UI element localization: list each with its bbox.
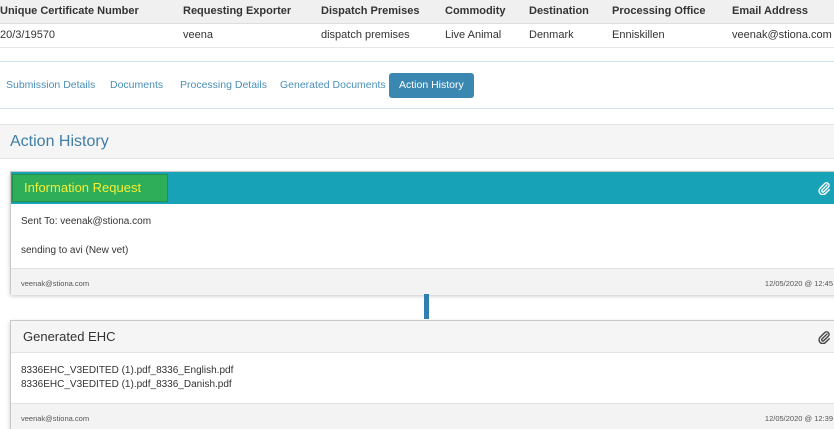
sent-to-text: Sent To: veenak@stiona.com [21, 216, 152, 227]
tab-processing-details[interactable]: Processing Details [180, 73, 267, 98]
timeline-connector [424, 294, 429, 319]
column-header-destination: Destination [527, 0, 610, 24]
column-header-commodity: Commodity [443, 0, 527, 24]
entry-timestamp: 12/05/2020 @ 12:45 [764, 279, 833, 288]
paperclip-icon[interactable] [817, 330, 831, 345]
action-entry-generated-ehc: Generated EHC 8336EHC_V3EDITED (1).pdf_8… [10, 320, 834, 429]
tab-documents[interactable]: Documents [110, 73, 163, 98]
generated-file-link[interactable]: 8336EHC_V3EDITED (1).pdf_8336_English.pd… [21, 365, 233, 376]
certificate-number-cell: 20/3/19570 [0, 23, 181, 48]
entry-footer: veenak@stiona.com 12/05/2020 @ 12:45 [11, 268, 834, 295]
dispatch-premises-cell: dispatch premises [319, 23, 443, 48]
processing-office-cell: Enniskillen [610, 23, 730, 48]
entry-header: Information Request [11, 172, 834, 204]
tabs-divider [0, 108, 834, 109]
tab-submission-details[interactable]: Submission Details [6, 73, 95, 98]
column-header-dispatch-premises: Dispatch Premises [319, 0, 443, 24]
action-history-header: Action History [0, 124, 834, 159]
entry-user: veenak@stiona.com [21, 279, 90, 288]
entry-body: 8336EHC_V3EDITED (1).pdf_8336_English.pd… [11, 353, 834, 403]
certificate-summary-table: Unique Certificate Number Requesting Exp… [0, 0, 834, 48]
commodity-cell: Live Animal [443, 23, 527, 48]
column-header-certificate-number: Unique Certificate Number [0, 0, 181, 24]
tab-action-history[interactable]: Action History [389, 73, 474, 98]
entry-type-badge: Information Request [12, 174, 168, 202]
requesting-exporter-cell: veena [181, 23, 319, 48]
email-address-cell: veenak@stiona.com [730, 23, 834, 48]
entry-user: veenak@stiona.com [21, 414, 90, 423]
message-text: sending to avi (New vet) [21, 245, 129, 256]
destination-cell: Denmark [527, 23, 610, 48]
action-entry-information-request: Information Request Sent To: veenak@stio… [10, 171, 834, 295]
column-header-requesting-exporter: Requesting Exporter [181, 0, 319, 24]
table-header-row: Unique Certificate Number Requesting Exp… [0, 0, 834, 24]
entry-header: Generated EHC [11, 321, 834, 353]
column-header-processing-office: Processing Office [610, 0, 730, 24]
paperclip-icon[interactable] [817, 181, 831, 196]
entry-footer: veenak@stiona.com 12/05/2020 @ 12:39 [11, 403, 834, 429]
tab-generated-documents[interactable]: Generated Documents [280, 73, 386, 98]
table-row: 20/3/19570 veena dispatch premises Live … [0, 23, 834, 48]
section-divider [0, 61, 834, 62]
generated-file-link[interactable]: 8336EHC_V3EDITED (1).pdf_8336_Danish.pdf [21, 379, 232, 390]
entry-timestamp: 12/05/2020 @ 12:39 [764, 414, 833, 423]
column-header-email-address: Email Address [730, 0, 834, 24]
entry-type-title: Generated EHC [23, 329, 116, 344]
page-title: Action History [10, 133, 109, 150]
entry-body: Sent To: veenak@stiona.com sending to av… [11, 204, 834, 268]
